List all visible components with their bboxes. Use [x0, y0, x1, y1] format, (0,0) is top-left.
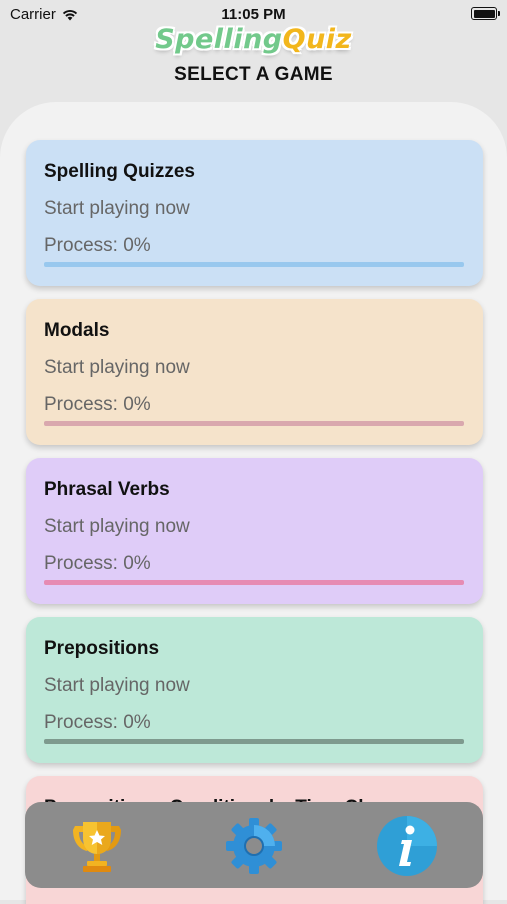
game-progress-label: Process: 0%	[44, 712, 151, 733]
info-icon[interactable]	[375, 814, 439, 878]
game-card-prepositions[interactable]: Prepositions Start playing now Process: …	[26, 617, 483, 763]
game-title: Phrasal Verbs	[44, 479, 170, 500]
game-progress-label: Process: 0%	[44, 235, 151, 256]
game-card-spelling-quizzes[interactable]: Spelling Quizzes Start playing now Proce…	[26, 140, 483, 286]
game-card-phrasal-verbs[interactable]: Phrasal Verbs Start playing now Process:…	[26, 458, 483, 604]
game-subtitle: Start playing now	[44, 675, 190, 696]
game-progress-label: Process: 0%	[44, 553, 151, 574]
game-title: Spelling Quizzes	[44, 161, 195, 182]
game-list[interactable]: Spelling Quizzes Start playing now Proce…	[0, 102, 507, 904]
game-title: Modals	[44, 320, 110, 341]
game-subtitle: Start playing now	[44, 198, 190, 219]
battery-icon	[471, 7, 500, 20]
game-title: Prepositions	[44, 638, 160, 659]
game-subtitle: Start playing now	[44, 516, 190, 537]
bottom-tab-bar	[25, 802, 483, 888]
app-logo: SpellingQuiz	[0, 24, 507, 60]
settings-gear-icon[interactable]	[222, 814, 286, 878]
game-progress-label: Process: 0%	[44, 394, 151, 415]
logo-text-spelling: Spelling	[155, 24, 283, 55]
game-card-modals[interactable]: Modals Start playing now Process: 0%	[26, 299, 483, 445]
game-progress-bar	[44, 262, 464, 267]
page-title: SELECT A GAME	[174, 64, 333, 85]
game-subtitle: Start playing now	[44, 357, 190, 378]
logo-text-quiz: Quiz	[282, 24, 352, 55]
game-progress-bar	[44, 580, 464, 585]
content-panel: Spelling Quizzes Start playing now Proce…	[0, 102, 507, 904]
trophy-icon[interactable]	[65, 814, 129, 878]
status-time: 11:05 PM	[221, 6, 286, 23]
game-progress-bar	[44, 421, 464, 426]
game-progress-bar	[44, 739, 464, 744]
